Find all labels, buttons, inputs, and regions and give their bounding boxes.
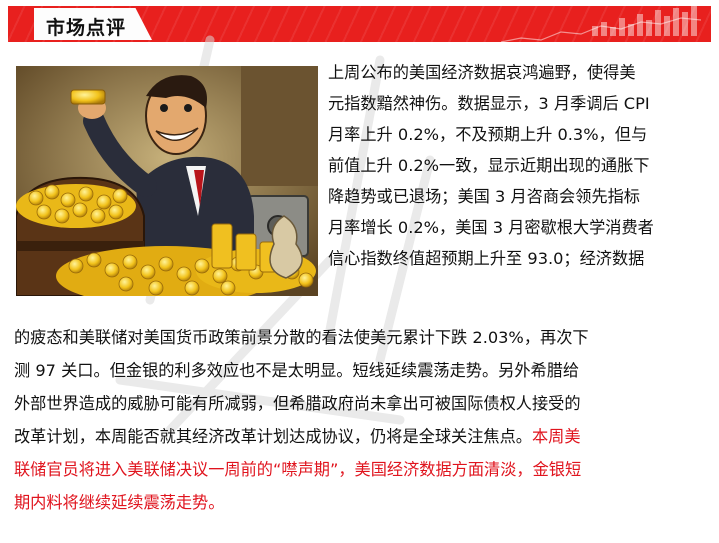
article-line: 前值上升 0.2%一致，显示近期出现的通胀下: [328, 156, 650, 175]
article-line: 信心指数终值超预期上升至 93.0；经济数据: [328, 249, 645, 268]
article-line: 外部世界造成的威胁可能有所减弱，但希腊政府尚未拿出可被国际债权人接受的: [14, 394, 581, 413]
article-line: 月率增长 0.2%，美国 3 月密歇根大学消费者: [328, 218, 654, 237]
section-title: 市场点评: [46, 17, 127, 39]
article-line: 的疲态和美联储对美国货币政策前景分散的看法使美元累计下跌 2.03%，再次下: [14, 328, 589, 347]
article-line: 测 97 关口。但金银的利多效应也不是太明显。短线延续震荡走势。另外希腊给: [14, 361, 580, 380]
article-highlight-text: 本周美: [532, 427, 581, 446]
gold-treasure-cartoon-image: [16, 66, 318, 296]
article-highlight-line: 联储官员将进入美联储决议一周前的“噤声期”，美国经济数据方面清淡，金银短: [14, 460, 582, 479]
bar-chart-icon: [592, 6, 697, 36]
section-header: 市场点评: [0, 0, 719, 46]
article-line: 月率上升 0.2%，不及预期上升 0.3%，但与: [328, 125, 648, 144]
article-line: 上周公布的美国经济数据哀鸿遍野，使得美: [328, 63, 636, 82]
article-line: 改革计划，本周能否就其经济改革计划达成协议，仍将是全球关注焦点。本周美: [14, 421, 581, 452]
article-line: 降趋势或已退场；美国 3 月咨商会领先指标: [328, 187, 640, 206]
article-text: 改革计划，本周能否就其经济改革计划达成协议，仍将是全球关注焦点。: [14, 427, 532, 446]
article-highlight-line: 期内料将继续延续震荡走势。: [14, 493, 225, 512]
article-line: 元指数黯然神伤。数据显示，3 月季调后 CPI: [328, 94, 650, 113]
